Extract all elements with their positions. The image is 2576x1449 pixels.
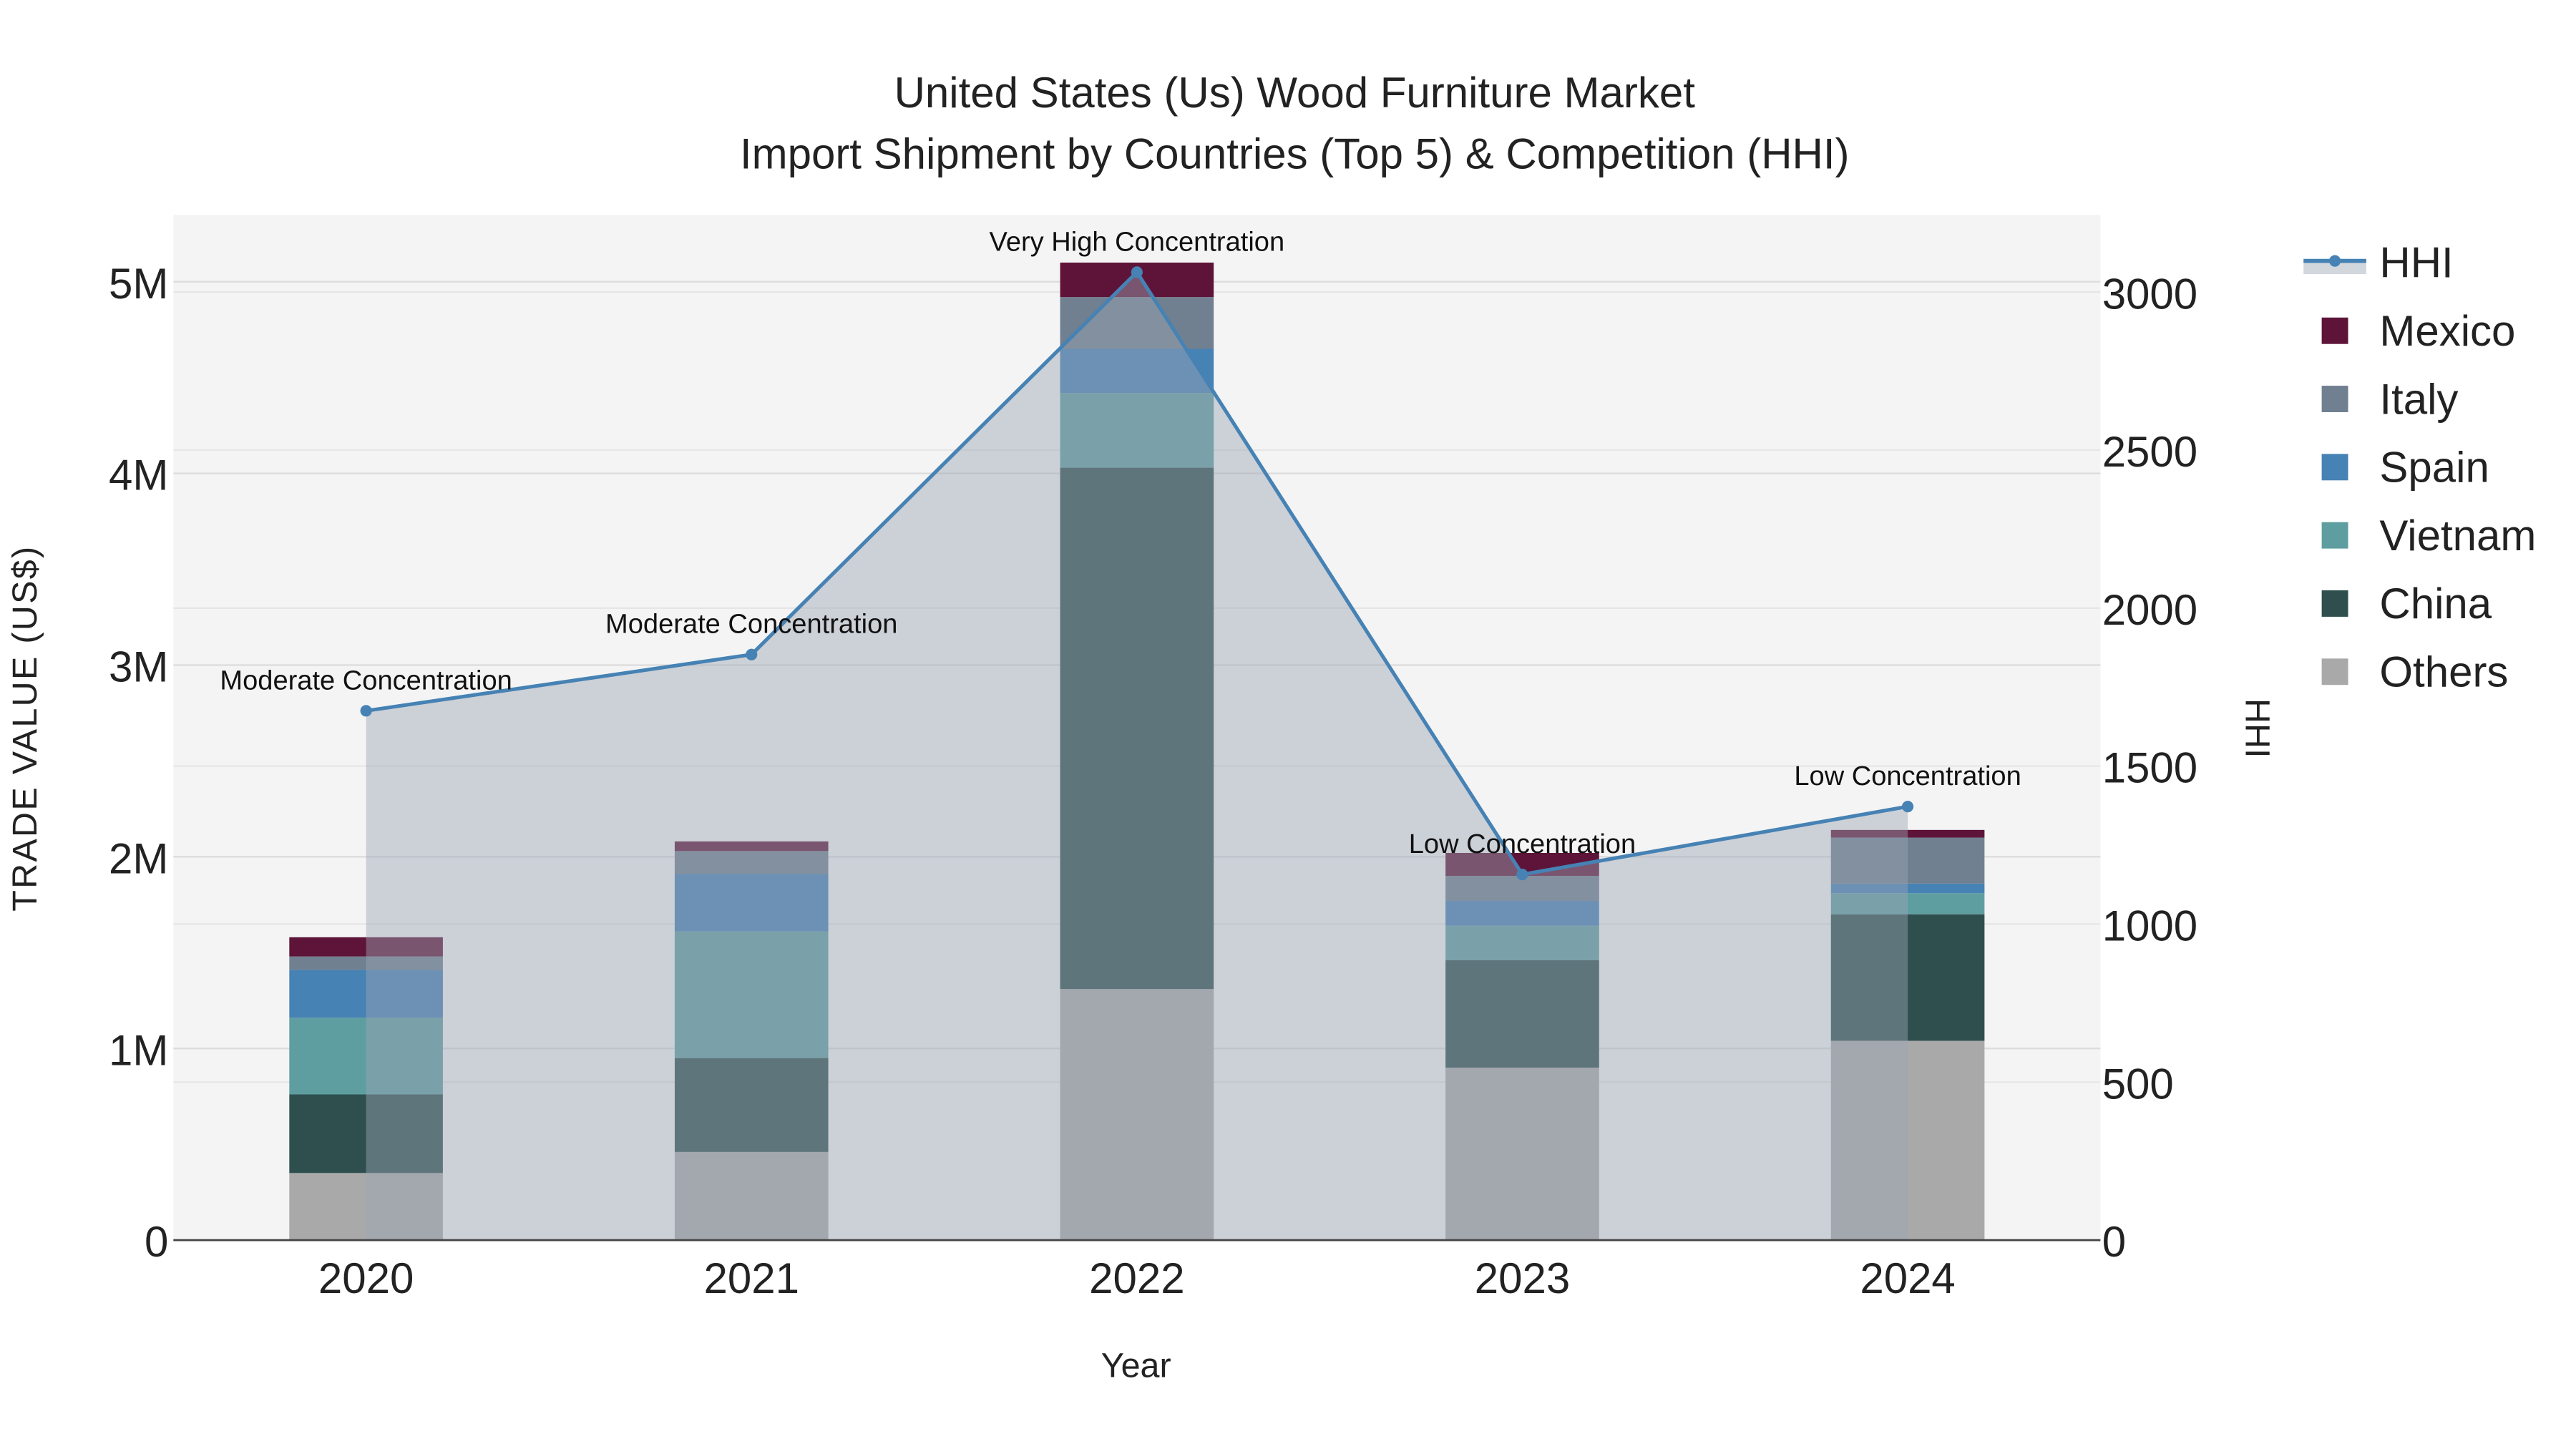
hhi-annotation: Moderate Concentration (605, 610, 897, 640)
x-tick-label: 2020 (318, 1254, 414, 1302)
y2-tick-label: 500 (2102, 1060, 2174, 1108)
legend-swatch-others (2321, 658, 2348, 686)
legend-swatch-mexico (2321, 317, 2348, 344)
legend-hhi-marker (2329, 255, 2341, 267)
legend-swatch-vietnam (2321, 522, 2348, 549)
y2-tick-label: 1000 (2102, 902, 2197, 950)
y2-axis-title: HHI (2238, 698, 2276, 758)
y-axis-title: TRADE VALUE (US$) (6, 545, 44, 912)
hhi-annotation: Very High Concentration (990, 227, 1285, 257)
hhi-point (360, 705, 372, 717)
y-tick-label: 5M (109, 260, 168, 308)
legend-swatch-china (2321, 590, 2348, 617)
legend-label-spain: Spain (2379, 444, 2489, 492)
hhi-point (1131, 266, 1143, 278)
y-tick-label: 2M (109, 834, 168, 882)
hhi-annotation: Low Concentration (1409, 829, 1636, 859)
y2-tick-label: 2000 (2102, 586, 2197, 634)
hhi-point (746, 648, 758, 660)
chart-title: United States (Us) Wood Furniture Market (894, 69, 1696, 117)
hhi-annotation: Moderate Concentration (220, 665, 512, 696)
x-axis-title: Year (1101, 1347, 1171, 1385)
x-tick-label: 2022 (1089, 1254, 1184, 1302)
y2-tick-label: 3000 (2102, 270, 2197, 318)
y-tick-label: 0 (145, 1218, 168, 1266)
chart: United States (Us) Wood Furniture Market… (0, 0, 2576, 1449)
legend-label-vietnam: Vietnam (2379, 512, 2536, 560)
hhi-point (1516, 869, 1528, 881)
legend-swatch-italy (2321, 386, 2348, 412)
y-tick-label: 1M (109, 1026, 168, 1074)
y2-tick-label: 0 (2102, 1218, 2126, 1266)
y2-tick-label: 2500 (2102, 428, 2197, 476)
legend-swatch-spain (2321, 454, 2348, 481)
legend-label-mexico: Mexico (2379, 307, 2515, 355)
x-tick-label: 2024 (1860, 1254, 1955, 1302)
legend-label-hhi: HHI (2379, 239, 2453, 287)
chart-subtitle: Import Shipment by Countries (Top 5) & C… (740, 130, 1850, 177)
legend-label-italy: Italy (2379, 375, 2458, 423)
x-tick-label: 2021 (703, 1254, 799, 1302)
y-tick-label: 3M (109, 643, 168, 691)
legend-label-china: China (2379, 580, 2492, 628)
hhi-point (1902, 801, 1914, 813)
hhi-annotation: Low Concentration (1794, 761, 2021, 791)
y2-tick-label: 1500 (2102, 744, 2197, 792)
y-tick-label: 4M (109, 452, 168, 499)
legend-label-others: Others (2379, 648, 2508, 696)
x-tick-label: 2023 (1475, 1254, 1570, 1302)
